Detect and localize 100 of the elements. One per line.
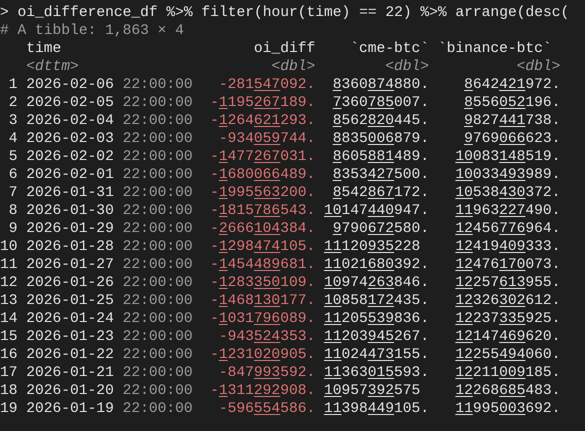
table-cell: -1311292908. [210,383,316,399]
row-number: 5 [8,149,18,165]
table-cell: 12257613955. [455,275,560,291]
column-type: <dbl> [385,59,430,75]
table-cell: 11398449105. [324,401,430,417]
row-number: 8 [8,203,18,219]
table-cell: 11205539836. [324,311,430,327]
table-cell: -1680066489. [210,167,316,183]
table-cell: 11021680392. [324,257,430,273]
column-type: <dttm> [26,59,79,75]
table-cell: -1195267189. [210,95,316,111]
table-cell: 8562820445. [332,113,430,129]
table-cell: 8835006879. [332,131,430,147]
column-header: oi_diff [254,41,316,57]
table-cell: 12419409333. [455,239,560,255]
table-cell: 11995003692. [455,401,560,417]
row-number: 14 [0,311,18,327]
table-cell: 12237335925. [455,311,560,327]
table-cell: 8642421972. [464,77,560,93]
table-cell: 12326302612. [455,293,560,309]
table-cell: 2026-01-20 22:00:00 [26,383,193,399]
table-cell: -1298474105. [210,239,316,255]
table-cell: 10083148519. [455,149,560,165]
table-cell: 7360785007. [332,95,430,111]
row-number: 15 [0,329,18,345]
table-cell: 10538430372. [455,185,560,201]
table-cell: 2026-01-22 22:00:00 [26,347,193,363]
row-number: 6 [8,167,18,183]
table-cell: 2026-01-24 22:00:00 [26,311,193,327]
row-number: 7 [8,185,18,201]
table-cell: 2026-01-31 22:00:00 [26,185,193,201]
row-number: 3 [8,113,18,129]
table-cell: 2026-01-21 22:00:00 [26,365,193,381]
table-cell: 8353427500. [332,167,430,183]
table-cell: -1031796089. [210,311,316,327]
table-cell: 12268685483. [455,383,560,399]
table-cell: 2026-01-23 22:00:00 [26,329,193,345]
table-cell: -1454489681. [210,257,316,273]
table-cell: 8605881489. [332,149,430,165]
table-cell: 11963227490. [455,203,560,219]
table-cell: 2026-01-19 22:00:00 [26,401,193,417]
table-cell: 9790672580. [332,221,430,237]
table-cell: 2026-02-05 22:00:00 [26,95,193,111]
column-header: time [26,41,62,57]
table-cell: 12147469620. [455,329,560,345]
table-cell: 9827441738. [464,113,560,129]
row-number: 2 [8,95,18,111]
table-cell-text: 11120935228 [324,239,422,255]
command-line: > oi_difference_df %>% filter(hour(time) == 22) %>% arrange(desc( [0,4,570,22]
column-header: `cme-btc` [350,41,430,57]
table-cell: 10033493989. [455,167,560,183]
row-number: 12 [0,275,18,291]
table-cell: -1995563200. [210,185,316,201]
table-cell: 9769066623. [464,131,560,147]
row-number: 11 [0,257,18,273]
table-cell: 2026-02-06 22:00:00 [26,77,193,93]
table-cell: 2026-02-03 22:00:00 [26,131,193,147]
table-cell: 11203945267. [324,329,430,345]
row-number: 18 [0,383,18,399]
row-number: 10 [0,239,18,255]
table-cell: 2026-01-30 22:00:00 [26,203,193,219]
table-cell: -1468130177. [210,293,316,309]
table-cell: -1283350109. [210,275,316,291]
table-cell: 2026-01-25 22:00:00 [26,293,193,309]
tibble-summary: # A tibble: 1,863 × 4 [0,22,184,40]
table-cell: 12255494060. [455,347,560,363]
table-cell: 12456776964. [455,221,560,237]
row-number: 19 [0,401,18,417]
table-cell: 8542867172. [332,185,430,201]
table-cell: 8360874880. [332,77,430,93]
table-cell: 2026-01-26 22:00:00 [26,275,193,291]
table-cell: -1477267031. [210,149,316,165]
table-cell: -596554586. [218,401,316,417]
table-cell: -847993592. [218,365,316,381]
table-cell: 8556052196. [464,95,560,111]
table-cell: -1231020905. [210,347,316,363]
table-cell: -1264621293. [210,113,316,129]
table-cell-text: 10957392575 [324,383,422,399]
row-number: 16 [0,347,18,363]
table-cell: 2026-01-27 22:00:00 [26,257,193,273]
table-cell: 2026-01-28 22:00:00 [26,239,193,255]
table-cell: -943524353. [218,329,316,345]
table-cell: 11024473155. [324,347,430,363]
row-number: 1 [8,77,18,93]
table-cell: -2666104384. [210,221,316,237]
column-type: <dbl> [516,59,560,75]
table-cell: 10858172435. [324,293,430,309]
table-cell: -934059744. [218,131,316,147]
row-number: 13 [0,293,18,309]
table-cell: 2026-01-29 22:00:00 [26,221,193,237]
row-number: 17 [0,365,18,381]
row-number: 9 [8,221,18,237]
column-header: `binance-btc` [438,41,552,57]
table-cell: 10147440947. [324,203,430,219]
table-cell: 11363015593. [324,365,430,381]
table-cell: 12211009185. [455,365,560,381]
table-cell: 12476170073. [455,257,560,273]
column-type: <dbl> [271,59,316,75]
table-cell: -1815786543. [210,203,316,219]
row-number: 4 [8,131,18,147]
